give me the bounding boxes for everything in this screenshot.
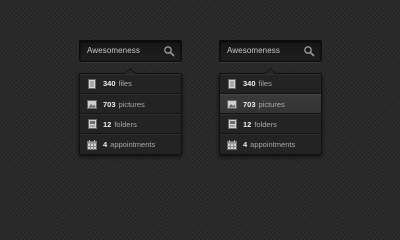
search-widget-right: Awesomeness 340 files 703 pictures 12 fo xyxy=(219,40,322,155)
result-label: appointments xyxy=(250,140,296,149)
result-item-appointments[interactable]: 4 appointments xyxy=(220,134,321,154)
result-item-files[interactable]: 340 files xyxy=(220,74,321,94)
search-icon[interactable] xyxy=(303,45,315,57)
result-count: 340 xyxy=(103,79,116,88)
result-label: files xyxy=(118,79,132,88)
result-item-pictures[interactable]: 703 pictures xyxy=(80,94,181,114)
file-icon xyxy=(87,78,97,89)
picture-icon xyxy=(87,99,97,109)
result-count: 703 xyxy=(103,99,116,109)
result-count: 12 xyxy=(103,119,112,129)
result-item-pictures[interactable]: 703 pictures xyxy=(220,94,321,114)
calendar-icon xyxy=(227,139,237,150)
search-value: Awesomeness xyxy=(227,46,280,55)
folder-icon xyxy=(87,119,97,129)
search-widget-left: Awesomeness 340 files 703 pictures 12 fo xyxy=(79,40,182,155)
result-label: files xyxy=(258,79,272,88)
search-icon[interactable] xyxy=(163,45,175,57)
result-count: 4 xyxy=(243,140,248,149)
search-value: Awesomeness xyxy=(87,46,140,55)
folder-icon xyxy=(227,119,237,129)
result-item-folders[interactable]: 12 folders xyxy=(220,114,321,134)
search-input[interactable]: Awesomeness xyxy=(219,40,322,62)
result-label: folders xyxy=(254,119,277,129)
picture-icon xyxy=(227,99,237,109)
result-label: pictures xyxy=(258,99,285,109)
result-label: pictures xyxy=(118,99,145,109)
search-input[interactable]: Awesomeness xyxy=(79,40,182,62)
calendar-icon xyxy=(87,139,97,150)
result-item-folders[interactable]: 12 folders xyxy=(80,114,181,134)
result-count: 703 xyxy=(243,99,256,109)
results-dropdown: 340 files 703 pictures 12 folders 4 appo… xyxy=(219,68,322,155)
result-item-files[interactable]: 340 files xyxy=(80,74,181,94)
file-icon xyxy=(227,78,237,89)
result-count: 340 xyxy=(243,79,256,88)
result-label: folders xyxy=(114,119,137,129)
results-dropdown: 340 files 703 pictures 12 folders 4 appo… xyxy=(79,68,182,155)
result-item-appointments[interactable]: 4 appointments xyxy=(80,134,181,154)
result-count: 12 xyxy=(243,119,252,129)
result-label: appointments xyxy=(110,140,156,149)
result-count: 4 xyxy=(103,140,108,149)
